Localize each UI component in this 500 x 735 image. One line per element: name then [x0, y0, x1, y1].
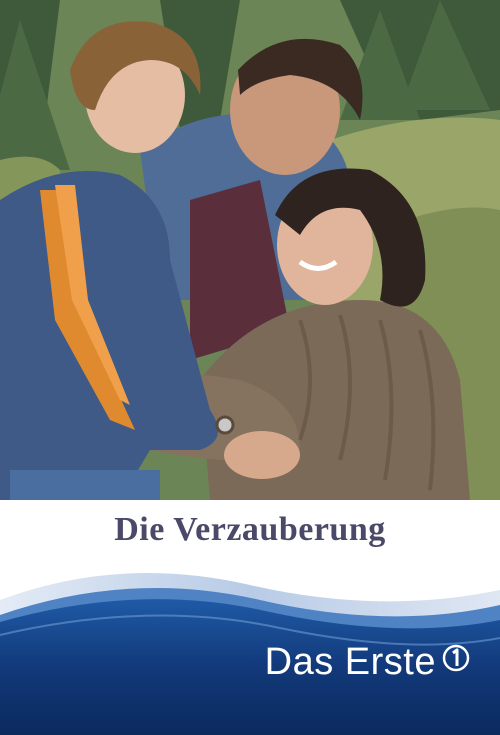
movie-poster: Die Verzauberung Das Erste [0, 0, 500, 735]
broadcaster-logo: Das Erste [265, 641, 470, 684]
broadcaster-name: Das Erste [264, 641, 436, 683]
ard-one-logo-icon [442, 644, 470, 671]
family-photo-illustration [0, 0, 500, 500]
poster-photo [0, 0, 500, 500]
movie-title: Die Verzauberung [114, 511, 386, 548]
